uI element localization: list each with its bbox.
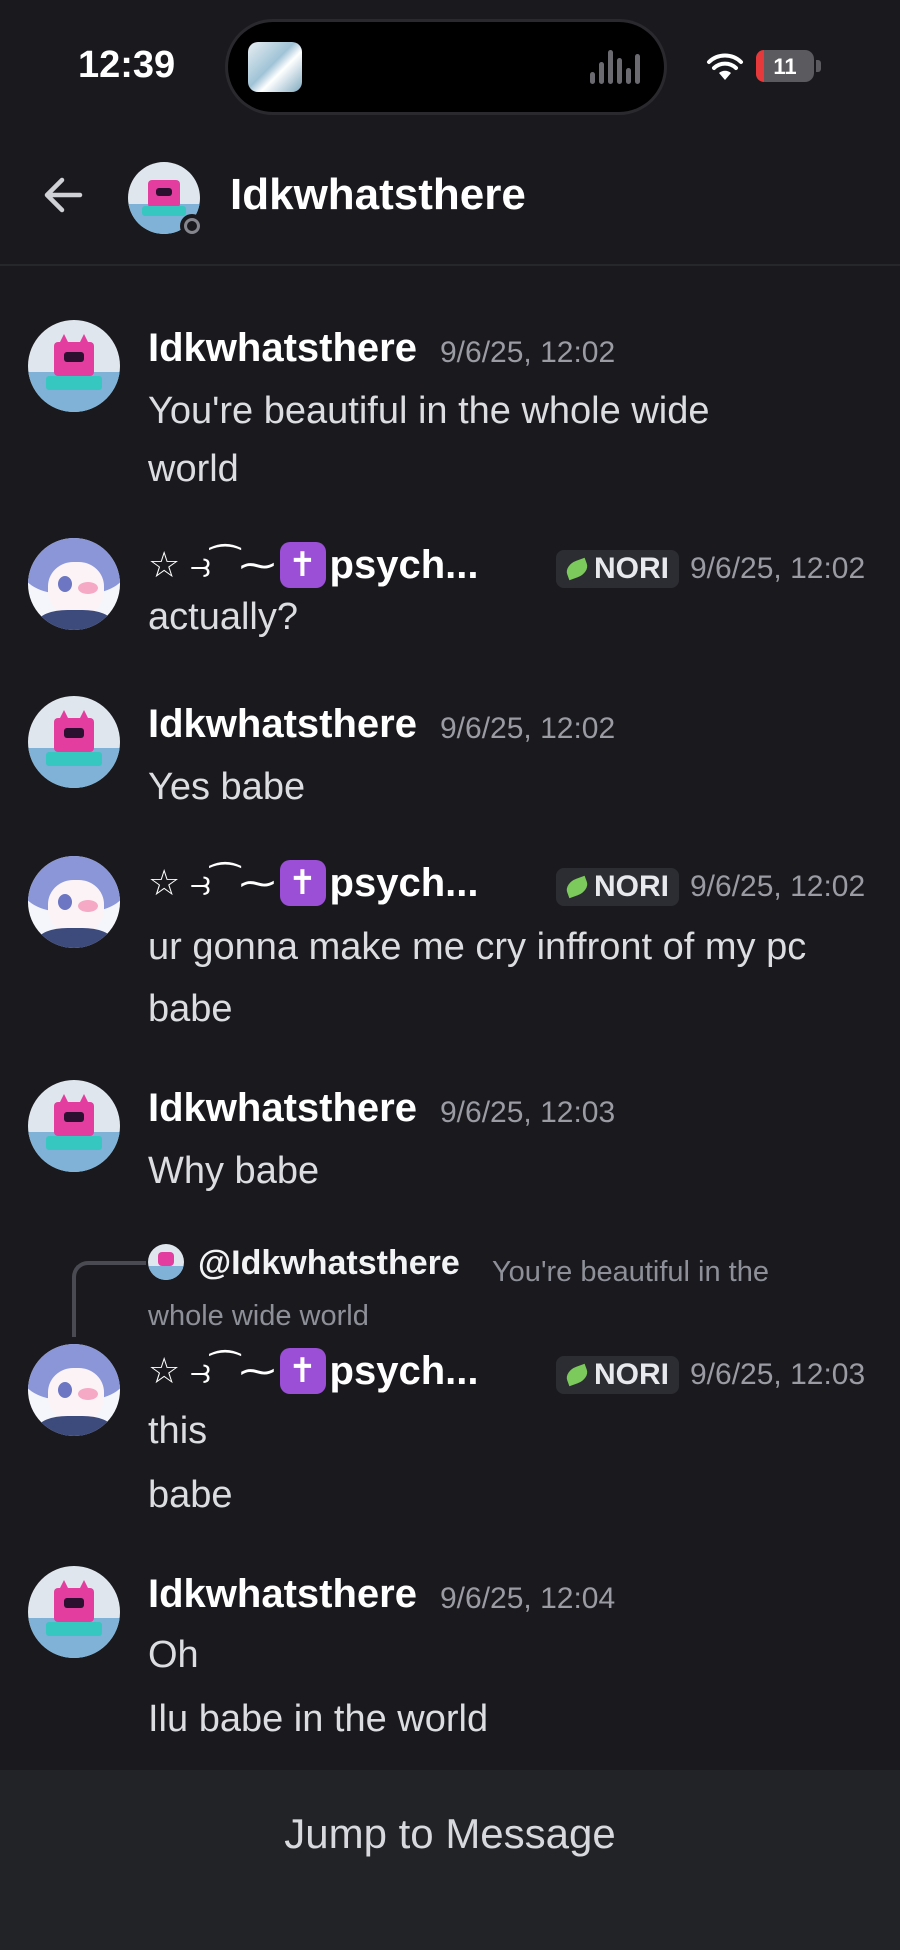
dynamic-island[interactable] <box>228 22 664 112</box>
leaf-icon <box>563 1363 591 1387</box>
reply-connector <box>72 1261 146 1337</box>
timestamp: 9/6/25, 12:03 <box>690 1358 866 1391</box>
avatar[interactable] <box>28 856 120 948</box>
battery-percent: 11 <box>773 54 797 79</box>
author-label: psych... <box>329 1348 479 1393</box>
message-line: Why babe <box>148 1150 320 1192</box>
role-tag-label: NORI <box>594 1358 669 1391</box>
jump-to-message-button[interactable]: Jump to Message <box>0 1770 900 1950</box>
author-name[interactable]: ☆ ⥽⁀⁓ ✝ psych... <box>148 542 478 588</box>
role-tag[interactable]: NORI <box>556 550 679 588</box>
author-label: psych... <box>329 860 479 905</box>
author-decoration: ☆ ⥽⁀⁓ <box>148 543 276 585</box>
reply-mention[interactable]: @Idkwhatsthere <box>198 1244 460 1283</box>
message-line: Oh <box>148 1634 199 1676</box>
timestamp: 9/6/25, 12:04 <box>440 1582 616 1615</box>
author-name[interactable]: ☆ ⥽⁀⁓ ✝ psych... <box>148 860 478 906</box>
arrow-left-icon[interactable] <box>40 172 86 218</box>
now-playing-art <box>248 42 302 92</box>
cross-icon: ✝ <box>279 542 326 588</box>
channel-header: Idkwhatsthere <box>0 130 900 266</box>
timestamp: 9/6/25, 12:02 <box>690 870 866 903</box>
avatar[interactable] <box>28 696 120 788</box>
author-label: psych... <box>329 542 479 587</box>
avatar[interactable] <box>28 1566 120 1658</box>
wifi-icon <box>707 53 743 80</box>
header-avatar[interactable] <box>128 162 204 238</box>
author-name[interactable]: Idkwhatsthere <box>148 326 417 371</box>
message-line: Yes babe <box>148 766 306 808</box>
avatar[interactable] <box>28 320 120 412</box>
author-name[interactable]: Idkwhatsthere <box>148 1086 417 1131</box>
role-tag-label: NORI <box>594 552 669 585</box>
message-line: world <box>148 448 239 490</box>
message-line: Ilu babe in the world <box>148 1698 489 1740</box>
status-bar: 12:39 11 <box>0 0 900 130</box>
avatar[interactable] <box>28 1344 120 1436</box>
avatar[interactable] <box>28 538 120 630</box>
role-tag[interactable]: NORI <box>556 1356 679 1394</box>
clock: 12:39 <box>78 44 176 86</box>
author-name[interactable]: Idkwhatsthere <box>148 1572 417 1617</box>
timestamp: 9/6/25, 12:02 <box>440 336 616 369</box>
leaf-icon <box>563 557 591 581</box>
message-line: ur gonna make me cry inffront of my pc <box>148 926 807 968</box>
page-title: Idkwhatsthere <box>230 170 526 219</box>
cross-icon: ✝ <box>279 1348 326 1394</box>
timestamp: 9/6/25, 12:02 <box>690 552 866 585</box>
timestamp: 9/6/25, 12:03 <box>440 1096 616 1129</box>
role-tag[interactable]: NORI <box>556 868 679 906</box>
offline-status-icon <box>180 214 204 238</box>
cross-icon: ✝ <box>279 860 326 906</box>
author-decoration: ☆ ⥽⁀⁓ <box>148 1349 276 1391</box>
timestamp: 9/6/25, 12:02 <box>440 712 616 745</box>
battery-cap <box>816 60 821 72</box>
author-name[interactable]: ☆ ⥽⁀⁓ ✝ psych... <box>148 1348 478 1394</box>
message-line: You're beautiful in the whole wide <box>148 390 710 432</box>
message-line: babe <box>148 988 233 1030</box>
message-line: babe <box>148 1474 233 1516</box>
message-line: actually? <box>148 596 298 638</box>
audio-waveform-icon <box>590 50 640 84</box>
leaf-icon <box>563 875 591 899</box>
role-tag-label: NORI <box>594 870 669 903</box>
battery-charging-icon: 11 <box>756 50 814 82</box>
author-decoration: ☆ ⥽⁀⁓ <box>148 861 276 903</box>
author-name[interactable]: Idkwhatsthere <box>148 702 417 747</box>
jump-to-message-label: Jump to Message <box>284 1810 616 1857</box>
avatar[interactable] <box>28 1080 120 1172</box>
message-line: this <box>148 1410 208 1452</box>
